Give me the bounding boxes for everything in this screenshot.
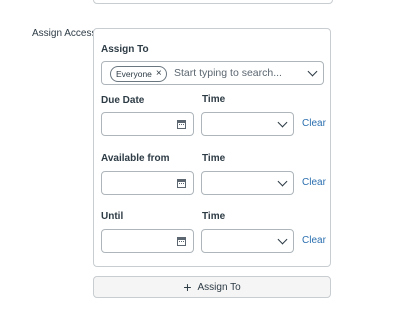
add-assign-to-button[interactable]: + Assign To [93, 276, 331, 298]
previous-section-card [93, 0, 333, 4]
until-label: Until [101, 211, 124, 222]
plus-icon: + [183, 279, 192, 295]
assign-access-card: Assign To Everyone × Start typing to sea… [93, 28, 331, 267]
available-time-label: Time [202, 153, 226, 164]
assign-to-placeholder: Start typing to search... [174, 67, 282, 79]
due-date-label: Due Date [101, 95, 145, 106]
until-clear-link[interactable]: Clear [302, 235, 326, 246]
available-from-label: Available from [101, 153, 170, 164]
add-assign-to-label: Assign To [197, 281, 241, 293]
due-date-input[interactable] [101, 112, 194, 136]
assignee-chip-label: Everyone [116, 69, 152, 79]
chevron-down-icon [277, 117, 288, 128]
available-clear-link[interactable]: Clear [302, 177, 326, 188]
calendar-icon[interactable] [177, 237, 186, 246]
calendar-icon[interactable] [177, 120, 186, 129]
chevron-down-icon[interactable] [307, 66, 318, 77]
until-date-input[interactable] [101, 229, 194, 253]
assign-to-combobox[interactable]: Everyone × Start typing to search... [101, 61, 324, 85]
available-time-select[interactable] [201, 171, 294, 195]
until-time-label: Time [202, 211, 226, 222]
calendar-icon[interactable] [177, 179, 186, 188]
section-label: Assign Access [32, 28, 97, 39]
until-time-select[interactable] [201, 229, 294, 253]
due-clear-link[interactable]: Clear [302, 118, 326, 129]
assign-to-label: Assign To [101, 44, 149, 55]
close-icon[interactable]: × [156, 69, 162, 79]
due-time-select[interactable] [201, 112, 294, 136]
chevron-down-icon [277, 234, 288, 245]
chevron-down-icon [277, 176, 288, 187]
due-time-label: Time [202, 94, 226, 105]
assignee-chip[interactable]: Everyone × [110, 66, 167, 82]
available-from-input[interactable] [101, 171, 194, 195]
